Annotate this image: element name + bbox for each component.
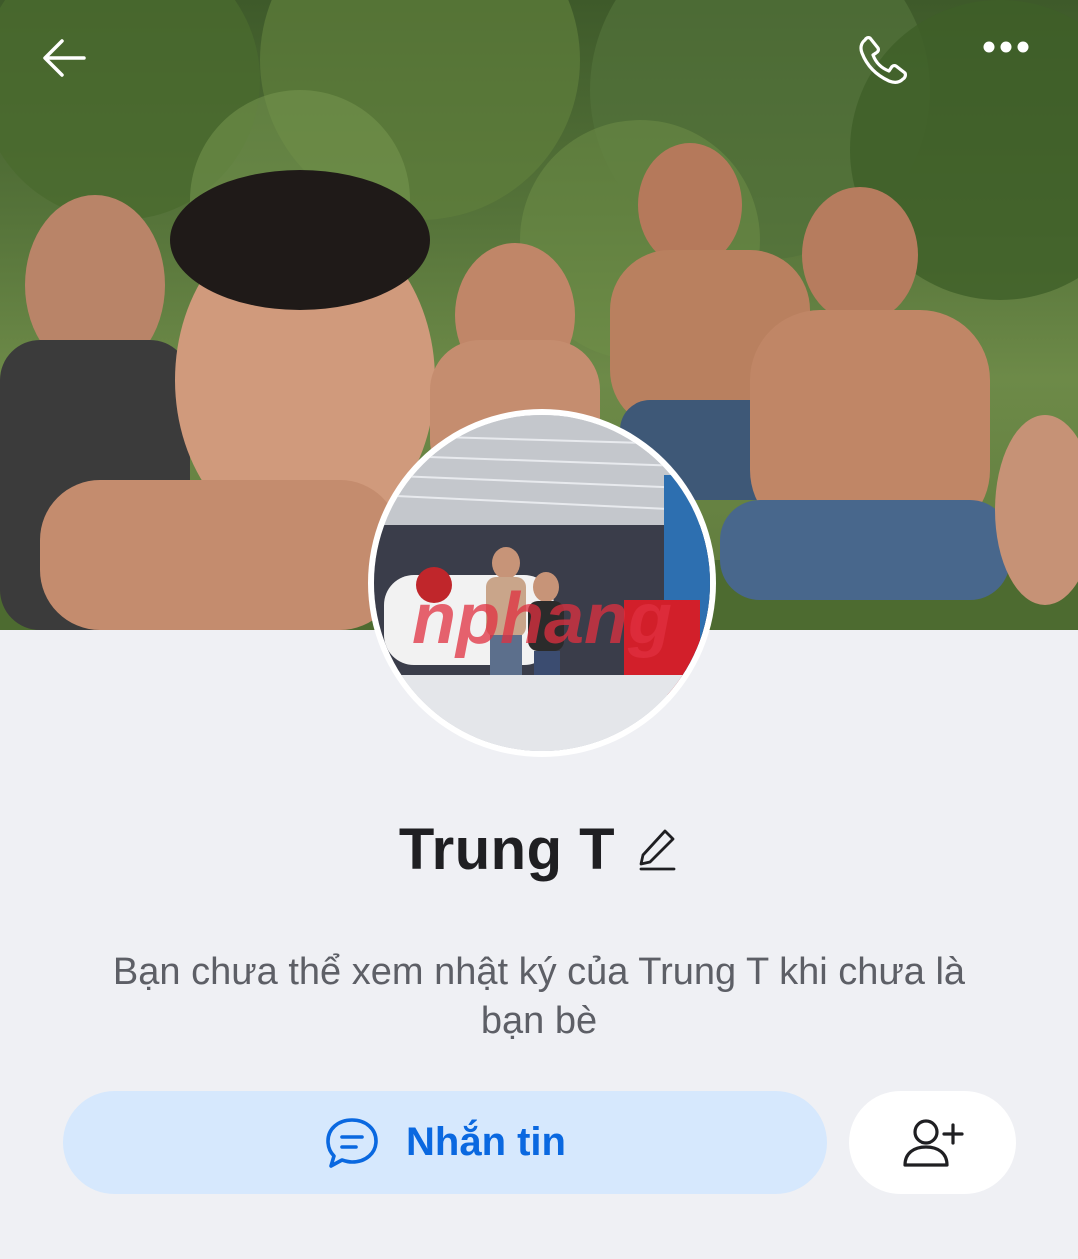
message-button-label: Nhắn tin <box>406 1120 566 1164</box>
add-friend-button[interactable] <box>849 1091 1016 1194</box>
profile-name: Trung T <box>398 816 616 882</box>
phone-icon <box>859 36 907 84</box>
more-horizontal-icon <box>983 41 1029 53</box>
diary-locked-notice: Bạn chưa thể xem nhật ký của Trung T khi… <box>112 951 966 1042</box>
message-button[interactable]: Nhắn tin <box>63 1091 827 1194</box>
arrow-left-icon <box>43 39 86 77</box>
more-options-button[interactable] <box>982 40 1052 90</box>
back-button[interactable] <box>40 36 104 94</box>
add-friend-icon <box>902 1118 964 1167</box>
profile-avatar[interactable]: nphang <box>368 409 716 757</box>
avatar-photo: nphang <box>374 415 710 751</box>
edit-name-button[interactable] <box>637 826 679 872</box>
chat-bubble-icon <box>326 1117 378 1168</box>
pencil-icon <box>639 829 676 871</box>
avatar-photo-art: nphang <box>374 415 710 751</box>
watermark-text: nphang <box>412 579 672 659</box>
call-button[interactable] <box>856 34 928 98</box>
profile-name-row: Trung T <box>0 812 1078 886</box>
